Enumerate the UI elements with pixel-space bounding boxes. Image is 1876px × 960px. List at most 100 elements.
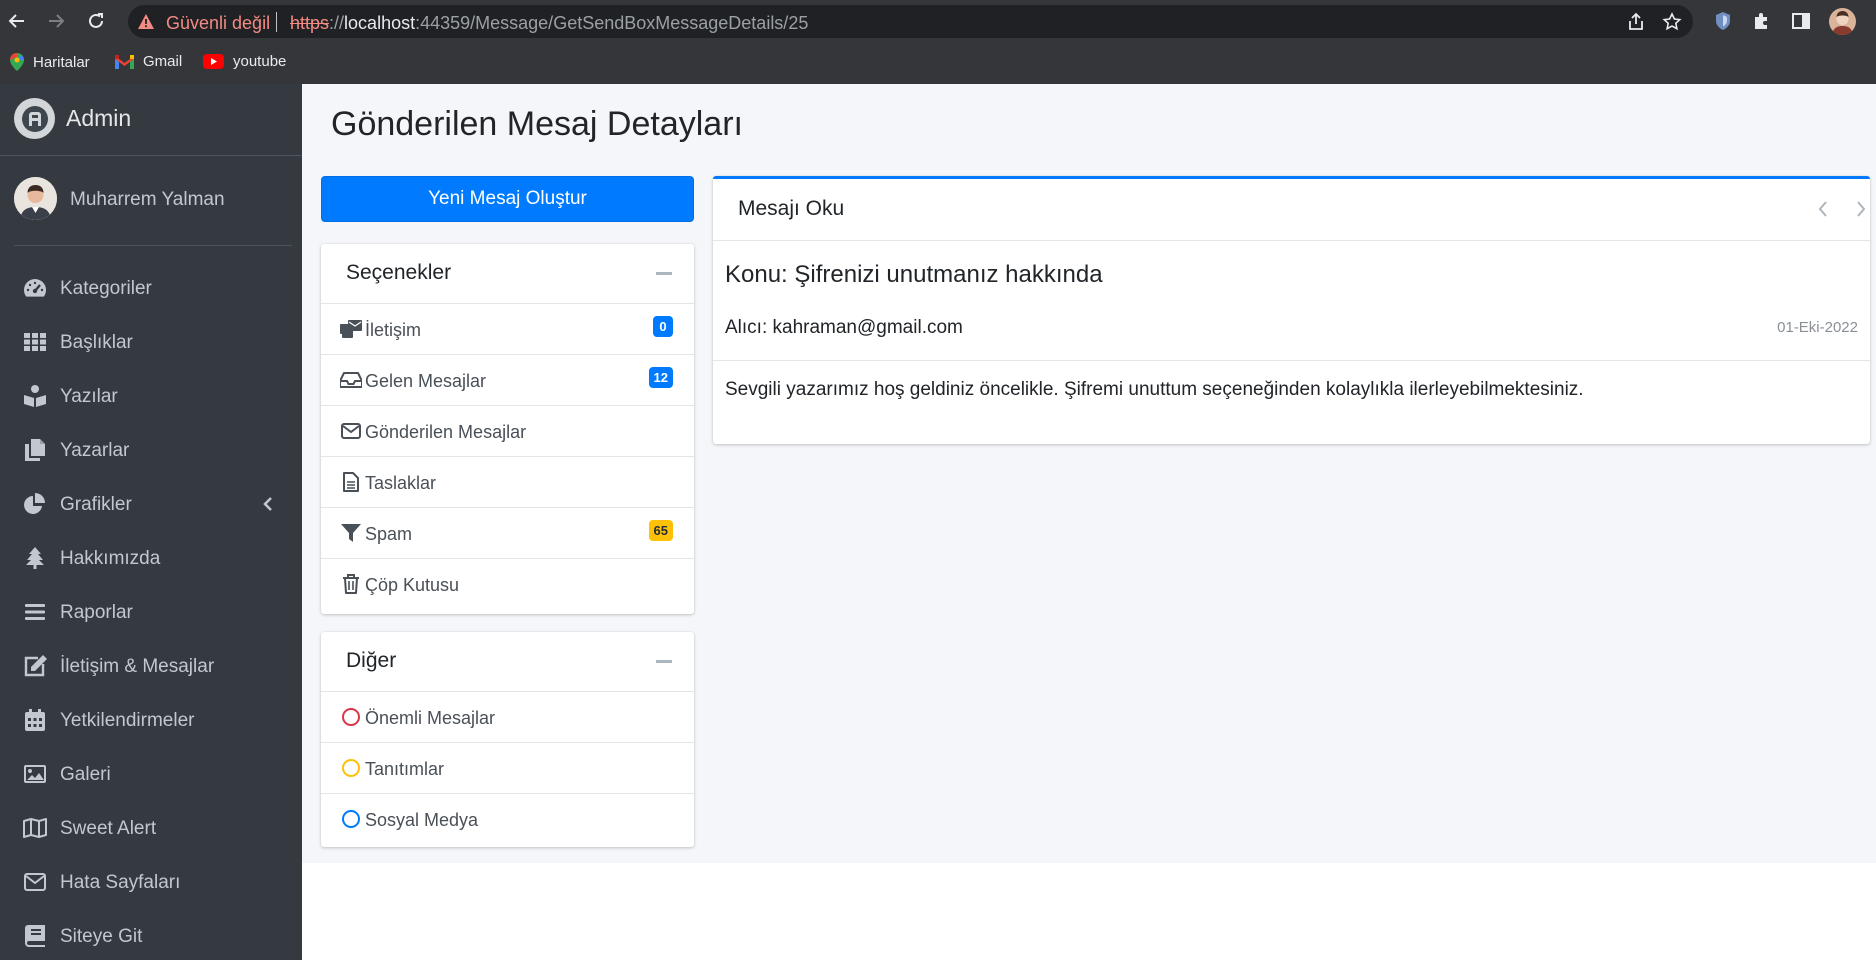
bookmark-youtube[interactable]: youtube (203, 53, 286, 70)
user-panel[interactable]: Muharrem Yalman (14, 156, 292, 246)
bookmark-haritalar[interactable]: Haritalar (10, 53, 90, 71)
maps-icon (10, 53, 24, 71)
sidebar-item-iletisim-mesajlar[interactable]: İletişim & Mesajlar (0, 642, 302, 690)
sidebar-item-basliklar[interactable]: Başlıklar (0, 318, 302, 366)
collapse-minus-icon[interactable] (656, 660, 672, 663)
circle-outline-icon (340, 809, 362, 829)
sidebar-item-label: Başlıklar (60, 332, 133, 353)
calendar-icon (23, 709, 47, 731)
profile-avatar[interactable] (1829, 8, 1856, 35)
shield-extension-icon[interactable] (1712, 10, 1734, 32)
other-card-title: Diğer (346, 649, 397, 672)
sidebar-item-label: Yazarlar (60, 440, 130, 461)
folder-iletisim[interactable]: İletişim 0 (321, 304, 694, 355)
sidebar-item-hata-sayfalari[interactable]: Hata Sayfaları (0, 858, 302, 906)
sidebar-item-label: Sweet Alert (60, 818, 157, 839)
sidebar-item-raporlar[interactable]: Raporlar (0, 588, 302, 636)
folder-label: Gönderilen Mesajlar (365, 422, 527, 442)
circle-outline-icon (340, 707, 362, 727)
folder-label: Çöp Kutusu (365, 575, 460, 595)
badge-count: 0 (653, 316, 673, 337)
envelope-icon (23, 871, 47, 893)
sidebar-item-sweet-alert[interactable]: Sweet Alert (0, 804, 302, 852)
user-name: Muharrem Yalman (70, 189, 225, 210)
sidebar-item-hakkimizda[interactable]: Hakkımızda (0, 534, 302, 582)
pie-chart-icon (23, 493, 47, 515)
security-label[interactable]: Güvenli değil (166, 13, 270, 34)
sidebar-item-yazarlar[interactable]: Yazarlar (0, 426, 302, 474)
map-icon (23, 817, 47, 839)
sidebar-item-label: Grafikler (60, 494, 132, 515)
sidebar-item-label: Kategoriler (60, 278, 152, 299)
message-divider (713, 360, 1870, 361)
sidebar-item-yazilar[interactable]: Yazılar (0, 372, 302, 420)
extensions-puzzle-icon[interactable] (1751, 10, 1773, 32)
folder-gelen-mesajlar[interactable]: Gelen Mesajlar 12 (321, 355, 694, 406)
chevron-left-icon[interactable] (262, 496, 274, 512)
label-sosyal-medya[interactable]: Sosyal Medya (321, 794, 694, 845)
previous-message-icon[interactable] (1815, 199, 1831, 219)
share-icon[interactable] (1626, 12, 1646, 32)
compose-button[interactable]: Yeni Mesaj Oluştur (321, 176, 694, 222)
read-message-title: Mesajı Oku (738, 197, 845, 220)
message-date: 01-Eki-2022 (1777, 319, 1858, 336)
youtube-icon (203, 54, 224, 69)
bookmark-label: youtube (233, 53, 287, 70)
adminlte-logo-icon (14, 98, 55, 139)
reload-icon[interactable] (82, 7, 110, 35)
trash-icon (340, 574, 362, 594)
label-onemli-mesajlar[interactable]: Önemli Mesajlar (321, 692, 694, 743)
url-text[interactable]: https://localhost:44359/Message/GetSendB… (290, 13, 808, 34)
browser-chrome: Güvenli değil https://localhost:44359/Me… (0, 0, 1876, 84)
options-card: Seçenekler İletişim 0 Gelen Mesajlar 12 … (321, 244, 694, 614)
circle-outline-icon (340, 758, 362, 778)
collapse-minus-icon[interactable] (656, 272, 672, 275)
folder-spam[interactable]: Spam 65 (321, 508, 694, 559)
bookmark-star-icon[interactable] (1662, 12, 1682, 32)
label-text: Önemli Mesajlar (365, 708, 496, 728)
book-reader-icon (23, 385, 47, 407)
back-icon[interactable] (3, 7, 31, 35)
label-tanitimlar[interactable]: Tanıtımlar (321, 743, 694, 794)
brand-text: Admin (66, 105, 132, 131)
sidebar-item-label: Yetkilendirmeler (60, 710, 195, 731)
bookmarks-bar: Haritalar Gmail youtube (0, 42, 1876, 84)
sidebar-item-galeri[interactable]: Galeri (0, 750, 302, 798)
sidebar-item-siteye-git[interactable]: Siteye Git (0, 912, 302, 960)
folder-label: Gelen Mesajlar (365, 371, 487, 391)
brand-link[interactable]: Admin (0, 84, 302, 156)
user-avatar (14, 177, 57, 220)
browser-toolbar: Güvenli değil https://localhost:44359/Me… (0, 0, 1876, 42)
tree-icon (23, 547, 47, 569)
inbox-icon (340, 370, 362, 390)
grid-icon (23, 331, 47, 353)
image-icon (23, 763, 47, 785)
other-card: Diğer Önemli Mesajlar Tanıtımlar Sosyal … (321, 632, 694, 847)
side-panel-icon[interactable] (1790, 10, 1812, 32)
options-card-header: Seçenekler (321, 244, 694, 304)
sidebar-item-kategoriler[interactable]: Kategoriler (0, 264, 302, 312)
folder-cop-kutusu[interactable]: Çöp Kutusu (321, 559, 694, 610)
sidebar-item-label: Hakkımızda (60, 548, 161, 569)
label-text: Sosyal Medya (365, 810, 479, 830)
message-recipient: Alıcı: kahraman@gmail.com (725, 317, 963, 338)
folder-label: Spam (365, 524, 413, 544)
sidebar-item-label: Raporlar (60, 602, 133, 623)
options-card-title: Seçenekler (346, 261, 452, 284)
folder-taslaklar[interactable]: Taslaklar (321, 457, 694, 508)
folder-label: Taslaklar (365, 473, 437, 493)
sidebar: Admin Muharrem Yalman Kategoriler Başlık… (0, 84, 302, 960)
bookmark-label: Gmail (143, 53, 183, 70)
mail-bulk-icon (340, 319, 362, 339)
bookmark-gmail[interactable]: Gmail (115, 53, 182, 70)
sidebar-item-yetkilendirmeler[interactable]: Yetkilendirmeler (0, 696, 302, 744)
forward-icon[interactable] (42, 7, 70, 35)
next-message-icon[interactable] (1853, 199, 1869, 219)
sidebar-item-grafikler[interactable]: Grafikler (0, 480, 302, 528)
bars-icon (23, 601, 47, 623)
address-bar[interactable]: Güvenli değil https://localhost:44359/Me… (128, 5, 1693, 38)
read-message-card: Mesajı Oku Konu: Şifrenizi unutmanız hak… (713, 176, 1870, 444)
folder-gonderilen-mesajlar[interactable]: Gönderilen Mesajlar (321, 406, 694, 457)
sidebar-item-label: Galeri (60, 764, 111, 785)
book-icon (23, 925, 47, 947)
